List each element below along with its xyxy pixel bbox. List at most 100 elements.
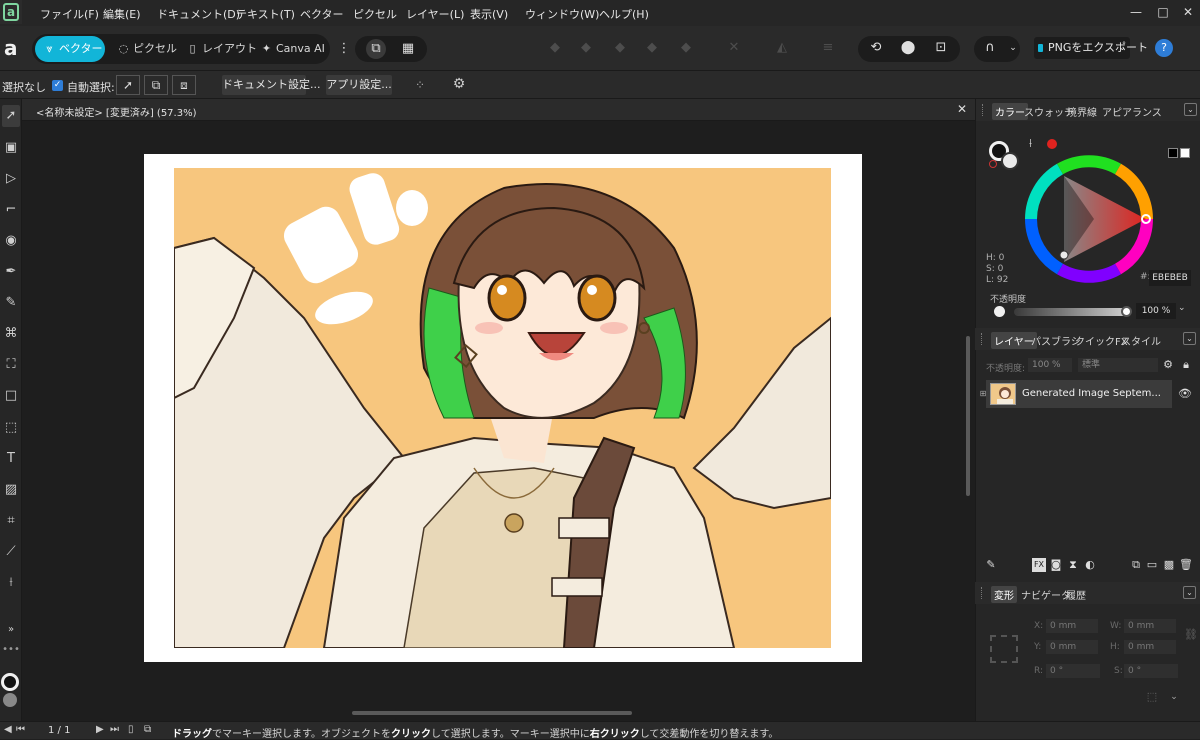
boolean-intersect-icon[interactable]: ◆ [610, 38, 630, 58]
color-panel-chevron-down-icon[interactable]: ⌄ [1184, 103, 1197, 116]
select-mode-intersect-icon[interactable]: ⧉ [144, 75, 168, 95]
measure-tool-icon[interactable]: ⟋ [2, 541, 20, 563]
spread-view-icon[interactable]: ⧉ [144, 724, 151, 735]
menu-pixel[interactable]: ピクセル [353, 6, 397, 22]
first-page-icon[interactable]: ⏮ [16, 724, 25, 735]
gear-icon[interactable]: ⚙ [451, 76, 467, 92]
boolean-xor-icon[interactable]: ◆ [642, 38, 662, 58]
flip-icon[interactable]: ◭ [772, 38, 792, 58]
persona-layout[interactable]: ▯ レイアウト [178, 36, 257, 62]
menu-window[interactable]: ウィンドウ(W) [525, 6, 599, 22]
text-frame-icon[interactable]: ⧉ [366, 39, 386, 59]
persona-vector[interactable]: ⩔ ベクター [35, 36, 105, 62]
shape-builder-icon[interactable]: ◉ [2, 230, 20, 252]
hex-input[interactable]: EBEBEB [1149, 270, 1191, 286]
tab-layers[interactable]: レイヤー [991, 332, 1037, 349]
persona-canva-ai[interactable]: ✦ Canva AI [252, 36, 325, 62]
boolean-add-icon[interactable]: ◆ [545, 38, 565, 58]
snapping-chevron-down-icon[interactable]: ⌄ [1003, 38, 1023, 58]
layer-settings-gear-icon[interactable]: ⚙ [1161, 358, 1175, 372]
anchor-selector[interactable] [990, 635, 1018, 663]
menu-layer[interactable]: レイヤー(L) [406, 6, 464, 22]
frame-text-icon[interactable]: ⬚ [2, 417, 20, 439]
trash-icon[interactable]: 🗑︎ [1179, 558, 1193, 572]
grid-dots-icon[interactable]: ⁘ [412, 77, 428, 93]
layer-opacity-field[interactable]: 100 % [1028, 358, 1072, 372]
prev-page-icon[interactable]: ◀ [4, 724, 12, 735]
fill-tool-icon[interactable]: ⛶ [2, 354, 20, 376]
layers-panel-chevron-down-icon[interactable]: ⌄ [1183, 332, 1196, 345]
grid-view-icon[interactable]: ▦ [398, 39, 418, 59]
image-tool-icon[interactable]: ▨ [2, 479, 20, 501]
tab-quick-fx[interactable]: クイックFX [1075, 333, 1128, 348]
adjustment-icon[interactable]: ◐ [1083, 558, 1097, 572]
menu-document[interactable]: ドキュメント(D) [157, 6, 240, 22]
select-mode-pointer-icon[interactable]: ➚ [116, 75, 140, 95]
pencil-tool-icon[interactable]: ✎ [2, 292, 20, 314]
rotation-field[interactable]: 0 ° [1046, 664, 1100, 678]
y-field[interactable]: 0 mm [1046, 640, 1098, 654]
stroke-color-swatch[interactable] [3, 693, 17, 707]
panel-grip[interactable] [981, 587, 983, 599]
fx-icon[interactable]: FX [1032, 558, 1046, 572]
color-wheel[interactable] [1024, 154, 1154, 284]
more-tools-icon[interactable]: ••• [2, 639, 20, 661]
expand-tools-icon[interactable]: » [2, 619, 20, 641]
vector-brush-icon[interactable]: ⌘ [2, 323, 20, 345]
menu-view[interactable]: 表示(V) [470, 6, 508, 22]
lock-icon[interactable]: 🔒︎ [1179, 358, 1193, 372]
checker-icon[interactable]: ▩ [1162, 558, 1176, 572]
placed-image[interactable] [174, 168, 831, 648]
more-menu-icon[interactable]: ⋮ [334, 39, 354, 59]
maximize-button[interactable]: □ [1155, 4, 1171, 20]
blend-mode-select[interactable]: 標準 [1078, 358, 1158, 372]
opacity-slider[interactable] [1014, 308, 1128, 316]
pen-tool-icon[interactable]: ✒ [2, 261, 20, 283]
w-field[interactable]: 0 mm [1124, 619, 1176, 633]
help-button[interactable]: ? [1155, 39, 1173, 57]
auto-select-checkbox[interactable]: ✓ [52, 80, 63, 91]
close-document-icon[interactable]: ✕ [957, 102, 967, 116]
snapping-magnet-icon[interactable]: ∩ [980, 38, 1000, 58]
eye-icon[interactable]: 👁︎ [1178, 387, 1192, 401]
page-view-icon[interactable]: ▯ [128, 724, 134, 735]
opacity-slider-handle[interactable] [1121, 306, 1132, 317]
last-page-icon[interactable]: ⏭ [110, 724, 119, 735]
minimize-button[interactable]: — [1128, 4, 1144, 20]
tab-styles[interactable]: スタイル [1121, 333, 1161, 348]
boolean-subtract-icon[interactable]: ◆ [576, 38, 596, 58]
white-swatch[interactable] [1180, 148, 1190, 158]
menu-edit[interactable]: 編集(E) [103, 6, 141, 22]
opacity-value[interactable]: 100 % [1136, 303, 1176, 319]
boolean-divide-icon[interactable]: ◆ [676, 38, 696, 58]
recent-color-swatch[interactable] [1047, 139, 1057, 149]
node-tool-icon[interactable]: ▷ [2, 168, 20, 190]
transform-origin-icon[interactable]: ⟲ [866, 38, 886, 58]
eyedropper-icon[interactable]: ⟊ [1029, 136, 1032, 151]
transform-panel-chevron-down-icon[interactable]: ⌄ [1183, 586, 1196, 599]
black-swatch[interactable] [1168, 148, 1178, 158]
select-mode-contain-icon[interactable]: ⧈ [172, 75, 196, 95]
document-settings-button[interactable]: ドキュメント設定... [222, 75, 321, 95]
rectangle-tool-icon[interactable]: □ [2, 385, 20, 407]
tab-stroke[interactable]: 境界線 [1067, 104, 1097, 119]
edit-icon[interactable]: ✎ [984, 558, 998, 572]
transform-chevron-down-icon[interactable]: ⌄ [1167, 690, 1181, 704]
next-page-icon[interactable]: ▶ [96, 724, 104, 735]
add-pixel-layer-icon[interactable]: ⧉ [1129, 558, 1143, 572]
align-icon[interactable]: ≡ [818, 38, 838, 58]
transform-option-icon[interactable]: ⬚ [1145, 690, 1159, 704]
link-icon[interactable]: ⛓︎ [1184, 628, 1198, 642]
node-tool-icon[interactable]: ⬤ [898, 38, 918, 58]
tab-path-brushes[interactable]: パスブラシ [1031, 333, 1081, 348]
opacity-chevron-down-icon[interactable]: ⌄ [1178, 303, 1186, 313]
layer-row[interactable]: Generated Image Septem... [986, 380, 1172, 408]
crop-tool-icon[interactable]: ⌗ [2, 510, 20, 532]
h-field[interactable]: 0 mm [1124, 640, 1176, 654]
document-tab[interactable]: <名称未設定> [変更済み] (57.3%) ✕ [22, 99, 975, 121]
menu-vector[interactable]: ベクター [300, 6, 344, 22]
tab-transform[interactable]: 変形 [991, 586, 1017, 603]
menu-help[interactable]: ヘルプ(H) [599, 6, 649, 22]
panel-grip[interactable] [982, 104, 984, 116]
stroke-swatch[interactable] [1001, 152, 1019, 170]
